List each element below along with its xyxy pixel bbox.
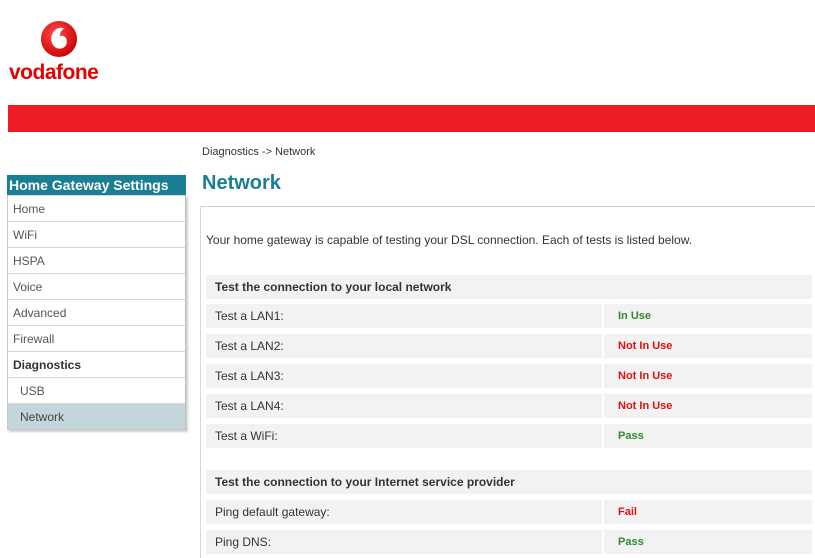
sidebar-item-usb[interactable]: USB (8, 377, 185, 403)
test-label: Ping default gateway: (206, 500, 602, 524)
sidebar-item-home[interactable]: Home (8, 195, 185, 221)
test-label: Ping DNS: (206, 530, 602, 554)
test-label: Test a LAN4: (206, 394, 602, 418)
sidebar-item-network[interactable]: Network (8, 403, 185, 429)
intro-text: Your home gateway is capable of testing … (206, 233, 693, 247)
test-result: Not In Use (604, 394, 812, 418)
table-row: Test a LAN2: Not In Use (206, 334, 812, 358)
test-label: Test a LAN2: (206, 334, 602, 358)
section-heading: Test the connection to your local networ… (206, 275, 812, 299)
table-row: Test a LAN4: Not In Use (206, 394, 812, 418)
sidebar-item-hspa[interactable]: HSPA (8, 247, 185, 273)
table-row: Test a LAN1: In Use (206, 304, 812, 328)
test-label: Test a WiFi: (206, 424, 602, 448)
test-label: Test a LAN1: (206, 304, 602, 328)
test-result: Pass (604, 530, 812, 554)
section-heading: Test the connection to your Internet ser… (206, 470, 812, 494)
sidebar-item-voice[interactable]: Voice (8, 273, 185, 299)
title-divider (200, 206, 815, 207)
test-result: Not In Use (604, 364, 812, 388)
test-result: Not In Use (604, 334, 812, 358)
test-label: Test a LAN3: (206, 364, 602, 388)
table-row: Ping DNS: Pass (206, 530, 812, 554)
vodafone-logo: vodafone (9, 20, 119, 95)
isp-tests-heading-row: Test the connection to your Internet ser… (206, 470, 812, 494)
sidebar-title: Home Gateway Settings (7, 175, 186, 195)
sidebar-item-advanced[interactable]: Advanced (8, 299, 185, 325)
test-result: Pass (604, 424, 812, 448)
sidebar-item-wifi[interactable]: WiFi (8, 221, 185, 247)
brand-name: vodafone (9, 61, 99, 84)
vodafone-speech-mark-icon (40, 20, 78, 58)
breadcrumb: Diagnostics -> Network (202, 146, 316, 158)
sidebar-item-firewall[interactable]: Firewall (8, 325, 185, 351)
content-border (200, 206, 201, 558)
test-result: Fail (604, 500, 812, 524)
table-row: Test a LAN3: Not In Use (206, 364, 812, 388)
sidebar-item-diagnostics[interactable]: Diagnostics (8, 351, 185, 377)
sidebar-menu: Home WiFi HSPA Voice Advanced Firewall D… (7, 195, 186, 430)
table-row: Test a WiFi: Pass (206, 424, 812, 448)
header-bar (8, 105, 815, 132)
test-result: In Use (604, 304, 812, 328)
sidebar: Home Gateway Settings Home WiFi HSPA Voi… (7, 175, 186, 430)
table-row: Ping default gateway: Fail (206, 500, 812, 524)
page-title: Network (202, 172, 281, 194)
local-tests-heading-row: Test the connection to your local networ… (206, 275, 812, 299)
